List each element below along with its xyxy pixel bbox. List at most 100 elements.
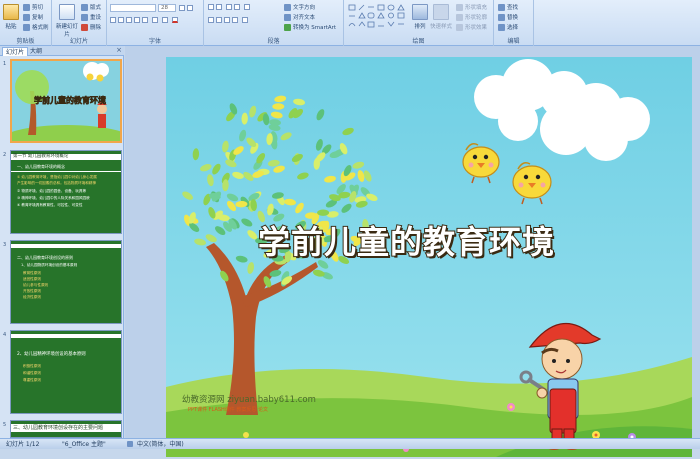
- reset-button[interactable]: 重设: [81, 13, 101, 21]
- watermark: 幼教资源网 ziyuan.baby611.com: [182, 395, 316, 405]
- copy-button[interactable]: 复制: [23, 13, 43, 21]
- thumbnail-line: 开放性原则: [23, 289, 41, 293]
- shadow-icon[interactable]: [142, 17, 148, 23]
- delete-slide-button[interactable]: 删除: [81, 23, 101, 31]
- paragraph-label: 段落: [267, 38, 280, 45]
- bold-icon[interactable]: [110, 17, 116, 23]
- thumbnail-line: 适宜性原则: [23, 277, 41, 281]
- slide-thumbnail-4[interactable]: 2、幼儿园精神环境创设的基本原则 积极性原则 和谐性原则 尊重性原则: [10, 330, 122, 414]
- slide-number: 1: [3, 61, 7, 67]
- arrange-button[interactable]: 排列: [412, 4, 428, 30]
- increase-indent-icon[interactable]: [234, 4, 240, 10]
- clipboard-label: 剪贴板: [16, 38, 35, 45]
- decrease-indent-icon[interactable]: [226, 4, 232, 10]
- slides-label: 幻灯片: [69, 38, 88, 45]
- char-spacing-icon[interactable]: [152, 17, 158, 23]
- format-painter-button[interactable]: 格式刷: [23, 23, 49, 31]
- slides-group: 新建幻灯片 版式 重设 删除 幻灯片: [52, 0, 107, 46]
- slide-thumbnail-2[interactable]: 第一节 幼儿园教育环境概论 一、幼儿园教育环境的概念 ① 幼儿园教育环境，是指幼…: [10, 150, 122, 234]
- theme-name[interactable]: "6_Office 主题": [62, 440, 106, 449]
- numbering-icon[interactable]: [216, 4, 222, 10]
- smartart-button[interactable]: 转换为 SmartArt: [284, 23, 336, 31]
- divider: [11, 244, 121, 248]
- thumbnail-heading: 第一节 幼儿园教育环境概论: [11, 154, 121, 160]
- select-icon: [498, 23, 505, 31]
- thumbnail-line: 积极性原则: [23, 364, 41, 368]
- font-group: 28 字体: [107, 0, 204, 46]
- font-size-field[interactable]: 28: [158, 4, 176, 12]
- editing-label: 编辑: [507, 38, 520, 45]
- slide-thumbnail-5[interactable]: 三、幼儿园教育环境创设存在的主要问题: [10, 420, 122, 438]
- thumbnail-subheading: 二、幼儿园教育环境创设的原则: [17, 255, 73, 260]
- replace-icon: [498, 13, 505, 21]
- editing-group: 查找 替换 选择 编辑: [494, 0, 534, 46]
- select-button[interactable]: 选择: [498, 23, 518, 31]
- quick-styles-button[interactable]: 快速样式: [430, 4, 452, 30]
- thumbnail-line: 尊重性原则: [23, 378, 41, 382]
- italic-icon[interactable]: [118, 17, 124, 23]
- thumbnail-line: 和谐性原则: [23, 371, 41, 375]
- tab-slides[interactable]: 幻灯片: [2, 47, 29, 56]
- status-bar: 幻灯片 1/12 "6_Office 主题" 中文(简体，中国): [0, 438, 700, 449]
- layout-button[interactable]: 版式: [81, 3, 101, 11]
- thumbnail-heading: 三、幼儿园教育环境创设存在的主要问题: [11, 424, 121, 432]
- change-case-icon[interactable]: [162, 17, 168, 23]
- thumbnail-subheading: 2、幼儿园精神环境创设的基本原则: [17, 352, 86, 357]
- thumbnail-line: 教育性原则: [23, 271, 41, 275]
- grow-font-icon[interactable]: [179, 5, 185, 11]
- ribbon: 粘贴 剪切 复制 格式刷 剪贴板 新建幻灯片 版式 重设 删除 幻灯片 28 字…: [0, 0, 700, 46]
- language-indicator[interactable]: 中文(简体，中国): [137, 440, 184, 449]
- slide-number: 2: [3, 152, 7, 158]
- align-text-button[interactable]: 对齐文本: [284, 13, 315, 21]
- shape-effects-button[interactable]: 形状效果: [456, 23, 487, 31]
- justify-icon[interactable]: [232, 17, 238, 23]
- underline-icon[interactable]: [126, 17, 132, 23]
- find-button[interactable]: 查找: [498, 3, 518, 11]
- slide-thumbnail-1[interactable]: 学前儿童的教育环境: [10, 59, 122, 143]
- close-icon[interactable]: ×: [116, 46, 122, 54]
- paste-button[interactable]: 粘贴: [3, 4, 19, 30]
- tab-outline[interactable]: 大纲: [27, 47, 45, 56]
- bullets-icon[interactable]: [208, 4, 214, 10]
- line-spacing-icon[interactable]: [244, 4, 250, 10]
- slide-thumbnail-3[interactable]: 二、幼儿园教育环境创设的原则 1、幼儿园物质环境创设的基本原则 教育性原则 适宜…: [10, 240, 122, 324]
- thumbnail-line: ④ 教育环境具有教育性、可控性、可变性: [17, 203, 83, 207]
- thumbnail-line: ② 物质环境，幼儿园的园舍、设备、玩具等: [17, 189, 87, 193]
- drawing-label: 绘图: [412, 38, 425, 45]
- copy-icon: [23, 13, 30, 21]
- thumbnail-line: ① 幼儿园教育环境，是指幼儿园中对幼儿身心发展: [17, 175, 97, 179]
- columns-icon[interactable]: [242, 17, 248, 23]
- slide-thumbnail-panel: 幻灯片 大纲 × 1 学前儿童的教育环境 2 第一节 幼儿园教育环境概论 一、幼…: [0, 46, 124, 438]
- watermark-subtitle: PPT课件 FLASH课件 教案反思 论文: [188, 407, 268, 413]
- new-slide-icon: [59, 4, 75, 20]
- new-slide-button[interactable]: 新建幻灯片: [55, 4, 79, 38]
- align-left-icon[interactable]: [208, 17, 214, 23]
- shape-fill-button[interactable]: 形状填充: [456, 3, 487, 11]
- drawing-group: 排列 快速样式 形状填充 形状轮廓 形状效果 绘图: [344, 0, 494, 46]
- thumbnail-line: ③ 精神环境，幼儿园中的人际关系和园风园貌: [17, 196, 90, 200]
- replace-button[interactable]: 替换: [498, 13, 518, 21]
- align-center-icon[interactable]: [216, 17, 222, 23]
- font-color-icon[interactable]: [172, 17, 178, 23]
- find-icon: [498, 3, 505, 11]
- text-direction-button[interactable]: 文字方向: [284, 3, 315, 11]
- align-right-icon[interactable]: [224, 17, 230, 23]
- align-text-icon: [284, 13, 291, 21]
- thumbnail-line: 幼儿参与性原则: [23, 283, 49, 287]
- shape-outline-button[interactable]: 形状轮廓: [456, 13, 487, 21]
- cut-button[interactable]: 剪切: [23, 3, 43, 11]
- divider: [11, 171, 121, 172]
- shrink-font-icon[interactable]: [187, 5, 193, 11]
- spellcheck-icon[interactable]: [127, 441, 133, 447]
- strikethrough-icon[interactable]: [134, 17, 140, 23]
- effects-icon: [456, 23, 463, 31]
- current-slide[interactable]: 学前儿童的教育环境 幼教资源网 ziyuan.baby611.com PPT课件…: [166, 57, 692, 457]
- slide-number: 3: [3, 242, 7, 248]
- shapes-gallery[interactable]: [348, 4, 408, 34]
- leaf: [272, 103, 285, 110]
- thumbnail-line: 产生影响的一切因素的总和。包括物质环境和精神: [17, 181, 97, 185]
- slide-title[interactable]: 学前儿童的教育环境: [257, 217, 555, 263]
- arrange-icon: [412, 4, 428, 20]
- font-name-field[interactable]: [110, 4, 156, 12]
- brush-icon: [23, 23, 30, 31]
